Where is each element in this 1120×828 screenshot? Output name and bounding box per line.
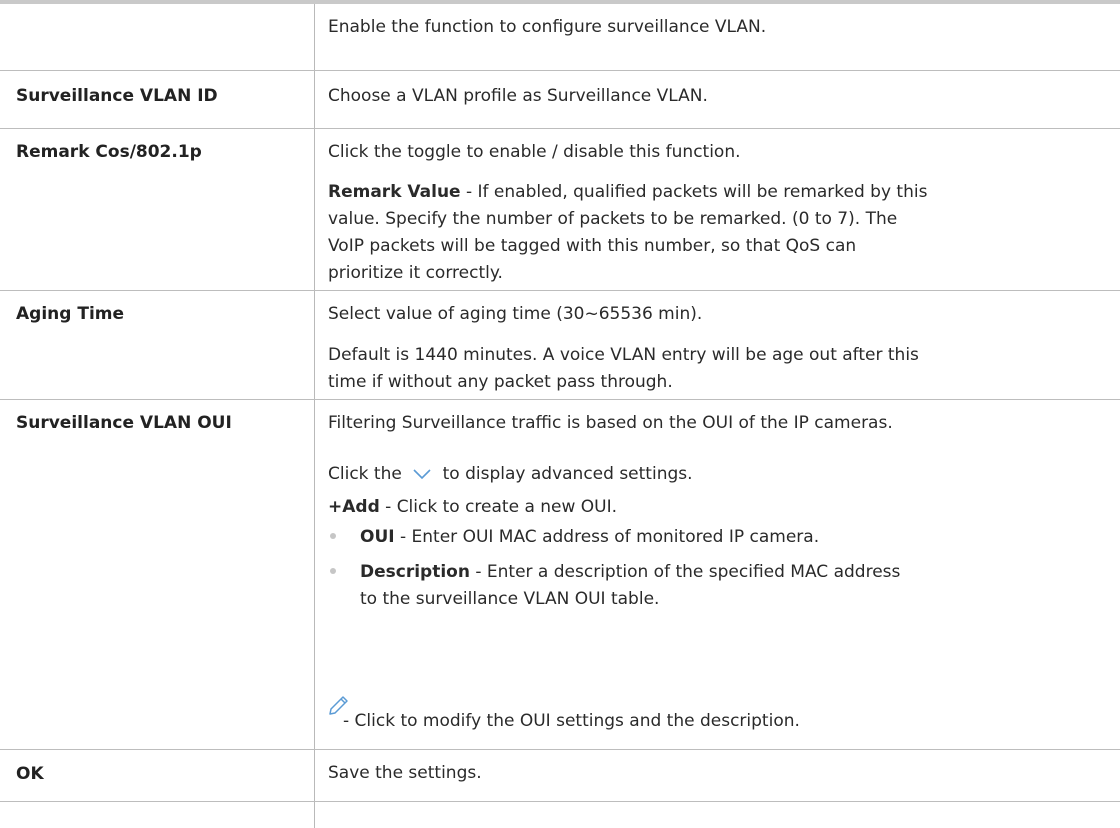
description-term: Description bbox=[360, 562, 470, 582]
row-2-text: Click the toggle to enable / disable thi… bbox=[328, 142, 741, 162]
row-divider bbox=[0, 801, 1120, 802]
row-4-text: Filtering Surveillance traffic is based … bbox=[328, 413, 893, 433]
row-divider bbox=[0, 128, 1120, 129]
row-divider bbox=[0, 290, 1120, 291]
row-divider bbox=[0, 70, 1120, 71]
click-expand-line: Click the to display advanced settings. bbox=[328, 464, 693, 484]
add-term: +Add bbox=[328, 497, 380, 517]
row-divider bbox=[0, 749, 1120, 750]
label-surveillance-vlan-oui: Surveillance VLAN OUI bbox=[16, 413, 232, 433]
row-1-text: Choose a VLAN profile as Surveillance VL… bbox=[328, 86, 708, 106]
row-5-text: Save the settings. bbox=[328, 763, 482, 783]
add-desc: +Add - Click to create a new OUI. bbox=[328, 497, 618, 517]
bullet-dot bbox=[328, 531, 338, 541]
top-border bbox=[0, 0, 1120, 4]
label-ok: OK bbox=[16, 764, 44, 784]
bullet-dot bbox=[328, 566, 338, 576]
bullet-oui: OUI - Enter OUI MAC address of monitored… bbox=[360, 527, 820, 547]
row-divider bbox=[0, 399, 1120, 400]
remark-value-term: Remark Value bbox=[328, 182, 461, 202]
remark-value-desc: Remark Value - If enabled, qualified pac… bbox=[328, 182, 928, 283]
row-3-text: Select value of aging time (30~65536 min… bbox=[328, 304, 703, 324]
aging-time-default: Default is 1440 minutes. A voice VLAN en… bbox=[328, 345, 919, 392]
chevron-down-icon[interactable] bbox=[411, 467, 433, 481]
label-remark-cos: Remark Cos/802.1p bbox=[16, 142, 202, 162]
label-aging-time: Aging Time bbox=[16, 304, 125, 324]
edit-desc: - Click to modify the OUI settings and t… bbox=[343, 711, 800, 731]
label-surveillance-vlan-id: Surveillance VLAN ID bbox=[16, 86, 218, 106]
bullet-description: Description - Enter a description of the… bbox=[360, 562, 901, 609]
oui-term: OUI bbox=[360, 527, 395, 547]
row-0-text: Enable the function to configure surveil… bbox=[328, 17, 767, 37]
